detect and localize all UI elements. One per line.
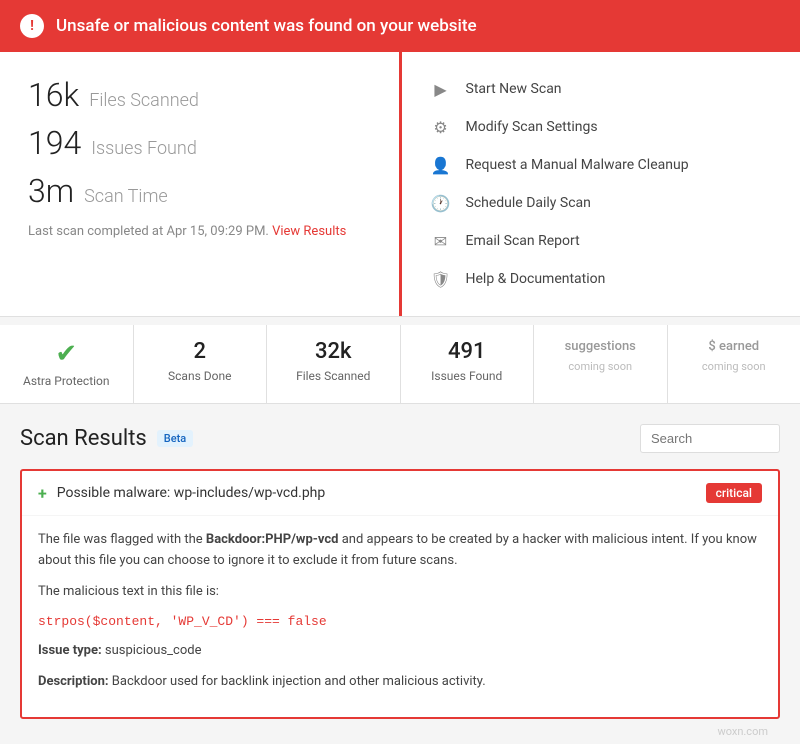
- suggestions-value: suggestions: [544, 339, 657, 354]
- metric-scans-done: 2 Scans Done: [134, 325, 268, 403]
- gear-icon: ⚙: [430, 116, 452, 138]
- search-input[interactable]: [640, 424, 780, 453]
- description-value: Backdoor used for backlink injection and…: [112, 674, 486, 689]
- result-title-text: Possible malware: wp-includes/wp-vcd.php: [57, 485, 326, 501]
- astra-protection-label: Astra Protection: [23, 374, 110, 388]
- scans-done-value: 2: [144, 339, 257, 364]
- metric-earned: $ earned coming soon: [668, 325, 800, 403]
- files-scanned-metric-label: Files Scanned: [296, 369, 370, 383]
- issue-type: Issue type: suspicious_code: [38, 641, 762, 662]
- view-results-link[interactable]: View Results: [272, 224, 346, 239]
- result-card-body: The file was flagged with the Backdoor:P…: [22, 516, 778, 717]
- alert-icon-text: !: [30, 18, 34, 34]
- metrics-bar: ✔ Astra Protection 2 Scans Done 32k File…: [0, 325, 800, 404]
- earned-label: coming soon: [702, 360, 766, 373]
- issues-found-number: 194: [28, 124, 81, 162]
- scan-time-label: Scan Time: [84, 186, 168, 207]
- scan-time-number: 3m: [28, 172, 74, 210]
- issue-type-value: suspicious_code: [105, 643, 202, 658]
- beta-badge: Beta: [157, 430, 193, 447]
- action-manual-cleanup-label: Request a Manual Malware Cleanup: [466, 157, 689, 173]
- last-scan-text: Last scan completed at Apr 15, 09:29 PM.: [28, 224, 269, 239]
- alert-message: Unsafe or malicious content was found on…: [56, 16, 477, 36]
- action-email-report-label: Email Scan Report: [466, 233, 580, 249]
- stats-right: ▶ Start New Scan ⚙ Modify Scan Settings …: [402, 52, 800, 316]
- action-schedule-scan-label: Schedule Daily Scan: [466, 195, 591, 211]
- earned-value: $ earned: [678, 339, 791, 354]
- email-icon: ✉: [430, 230, 452, 252]
- issues-found-row: 194 Issues Found: [28, 124, 371, 162]
- action-modify-settings[interactable]: ⚙ Modify Scan Settings: [430, 108, 773, 146]
- result-description: The file was flagged with the Backdoor:P…: [38, 530, 762, 572]
- action-start-scan-label: Start New Scan: [466, 81, 562, 97]
- action-manual-cleanup[interactable]: 👤 Request a Manual Malware Cleanup: [430, 146, 773, 184]
- scan-time-row: 3m Scan Time: [28, 172, 371, 210]
- malicious-text-label: The malicious text in this file is:: [38, 582, 762, 603]
- issue-details: Issue type: suspicious_code Description:…: [38, 641, 762, 693]
- issues-found-metric-label: Issues Found: [431, 369, 502, 383]
- action-help[interactable]: 🛡 Help & Documentation: [430, 260, 773, 298]
- suggestions-label: coming soon: [568, 360, 632, 373]
- watermark: woxn.com: [20, 719, 780, 744]
- description: Description: Backdoor used for backlink …: [38, 672, 762, 693]
- action-modify-settings-label: Modify Scan Settings: [466, 119, 598, 135]
- stats-panel: 16k Files Scanned 194 Issues Found 3m Sc…: [0, 52, 800, 317]
- last-scan-info: Last scan completed at Apr 15, 09:29 PM.…: [28, 224, 371, 239]
- check-icon: ✔: [10, 339, 123, 369]
- scan-results-title: Scan Results Beta: [20, 426, 193, 451]
- result-card-header: + Possible malware: wp-includes/wp-vcd.p…: [22, 471, 778, 516]
- metric-files-scanned: 32k Files Scanned: [267, 325, 401, 403]
- scan-results-header: Scan Results Beta: [20, 424, 780, 453]
- files-scanned-metric-value: 32k: [277, 339, 390, 364]
- issues-found-metric-value: 491: [411, 339, 524, 364]
- result-card-title: + Possible malware: wp-includes/wp-vcd.p…: [38, 484, 325, 503]
- critical-badge: critical: [706, 483, 762, 503]
- alert-banner: ! Unsafe or malicious content was found …: [0, 0, 800, 52]
- files-scanned-row: 16k Files Scanned: [28, 76, 371, 114]
- play-icon: ▶: [430, 78, 452, 100]
- malicious-code: strpos($content, 'WP_V_CD') === false: [38, 612, 762, 633]
- files-scanned-label: Files Scanned: [89, 90, 199, 111]
- scans-done-label: Scans Done: [168, 369, 231, 383]
- scan-results-section: Scan Results Beta + Possible malware: wp…: [0, 404, 800, 744]
- stats-left: 16k Files Scanned 194 Issues Found 3m Sc…: [0, 52, 402, 316]
- files-scanned-number: 16k: [28, 76, 79, 114]
- action-email-report[interactable]: ✉ Email Scan Report: [430, 222, 773, 260]
- result-card: + Possible malware: wp-includes/wp-vcd.p…: [20, 469, 780, 719]
- action-help-label: Help & Documentation: [466, 271, 606, 287]
- clock-icon: 🕐: [430, 192, 452, 214]
- user-icon: 👤: [430, 154, 452, 176]
- plus-icon: +: [38, 484, 47, 503]
- alert-icon: !: [20, 14, 44, 38]
- help-icon: 🛡: [430, 268, 452, 290]
- action-start-scan[interactable]: ▶ Start New Scan: [430, 70, 773, 108]
- metric-suggestions: suggestions coming soon: [534, 325, 668, 403]
- scan-results-heading: Scan Results: [20, 426, 147, 451]
- metric-astra-protection: ✔ Astra Protection: [0, 325, 134, 403]
- issues-found-label: Issues Found: [91, 138, 197, 159]
- action-schedule-scan[interactable]: 🕐 Schedule Daily Scan: [430, 184, 773, 222]
- metric-issues-found: 491 Issues Found: [401, 325, 535, 403]
